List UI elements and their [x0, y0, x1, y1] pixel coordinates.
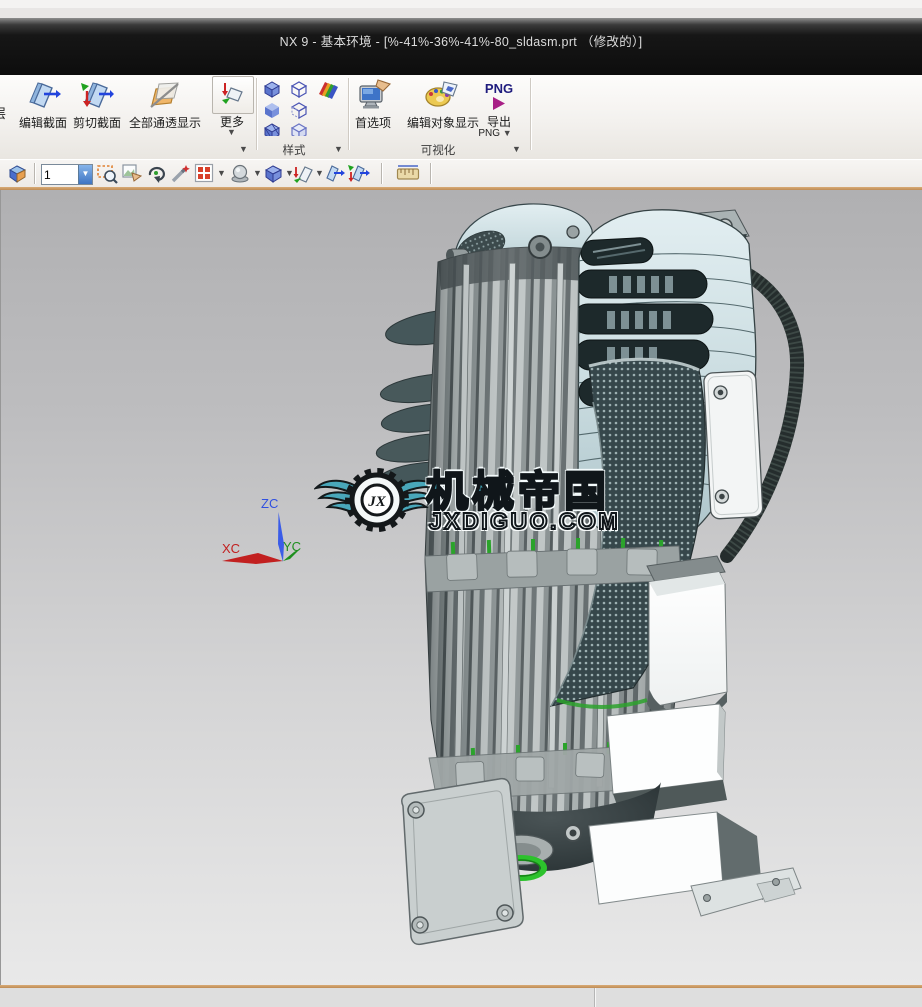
- plate-screw: [497, 905, 513, 921]
- render-style-dropdown-arrow[interactable]: ▼: [253, 168, 262, 178]
- status-bar-divider: [595, 988, 596, 1007]
- view-toolbar: ▼ ▼: [0, 159, 922, 188]
- edit-object-display-icon[interactable]: [424, 78, 460, 114]
- show-through-all-button[interactable]: 全部通透显示: [126, 114, 204, 131]
- more-icon: [221, 80, 245, 106]
- clip-plane-icon[interactable]: [293, 163, 314, 184]
- triad-y-label: YC: [283, 539, 301, 554]
- group-separator: [256, 78, 257, 150]
- render-style-icon[interactable]: [230, 163, 251, 184]
- rotate-view-icon[interactable]: [146, 163, 167, 184]
- louver-slot: [577, 270, 707, 298]
- junction-box-bottom: [589, 812, 801, 916]
- junction-box-middle: [607, 704, 727, 816]
- style-faceted-icon: [265, 124, 279, 136]
- style-studio-icon: [319, 82, 338, 99]
- grid-display-icon[interactable]: [194, 163, 215, 184]
- preferences-icon[interactable]: [356, 78, 392, 114]
- show-through-all-icon[interactable]: [148, 79, 182, 111]
- export-png-dropdown: ▼: [503, 128, 512, 138]
- window-top-strip: [0, 0, 922, 8]
- section-group-arrow[interactable]: ▼: [239, 144, 248, 154]
- style-hidden-edges-icon: [292, 103, 306, 118]
- triad-z-axis: [278, 512, 284, 562]
- window-titlebar[interactable]: NX 9 - 基本环境 - [%-41%-36%-41%-80_sldasm.p…: [0, 18, 922, 75]
- base-plate: [402, 779, 523, 945]
- visualization-group-arrow[interactable]: ▼: [512, 144, 521, 154]
- triad-z-label: ZC: [261, 496, 278, 511]
- louver-slot: [580, 237, 653, 266]
- gear-icon: JX: [349, 472, 405, 528]
- plate-screw: [412, 917, 428, 933]
- style-group-label: 样式: [264, 142, 324, 158]
- preferences-button[interactable]: 首选项: [348, 114, 398, 131]
- style-shaded-edges-icon: [265, 82, 279, 97]
- edit-section-icon[interactable]: [27, 79, 61, 113]
- png-word[interactable]: PNG: [478, 81, 520, 96]
- style-wireframe-icon: [292, 82, 306, 97]
- plate-screw: [408, 802, 424, 818]
- mounting-bracket-plate: [703, 371, 763, 520]
- watermark: JX 机械帝国 JXDIGUO.COM: [314, 454, 654, 564]
- visualization-group-label: 可视化: [400, 142, 476, 158]
- ribbon: 层 编辑截面 剪切截面 全部通透显示: [0, 75, 922, 160]
- measure-ruler-icon[interactable]: [396, 163, 420, 184]
- edit-display-brush-icon[interactable]: [170, 163, 191, 184]
- zoom-region-icon[interactable]: [97, 163, 118, 184]
- status-bar: [0, 988, 922, 1007]
- layer-dropdown-button[interactable]: ▼: [78, 165, 92, 184]
- cad-model[interactable]: [1, 190, 922, 985]
- render-style-group-icons[interactable]: [263, 80, 339, 136]
- triad-x-label: XC: [222, 541, 240, 556]
- show-hide-cube-icon[interactable]: [7, 163, 28, 184]
- export-png-sub[interactable]: PNG ▼: [474, 128, 516, 139]
- viewport-3d[interactable]: ZC XC YC JX: [0, 190, 922, 985]
- wcs-triad: ZC XC YC: [206, 486, 316, 572]
- edit-object-display-button[interactable]: 编辑对象显示: [404, 114, 482, 131]
- clipped-left-label: 层: [0, 103, 6, 122]
- logo-monogram: JX: [367, 494, 387, 510]
- clip-section-small-icon[interactable]: [347, 163, 370, 184]
- layer-input[interactable]: [42, 165, 78, 184]
- style-group-arrow[interactable]: ▼: [334, 144, 343, 154]
- grid-dropdown-arrow[interactable]: ▼: [217, 168, 226, 178]
- layer-combobox[interactable]: ▼: [41, 164, 93, 185]
- watermark-subtitle: JXDIGUO.COM: [429, 508, 620, 535]
- louver-slot: [573, 304, 713, 334]
- display-mode-cube-icon[interactable]: [263, 163, 284, 184]
- pan-view-icon[interactable]: [121, 163, 142, 184]
- more-dropdown-arrow[interactable]: ▼: [227, 127, 236, 137]
- nx-application-window: NX 9 - 基本环境 - [%-41%-36%-41%-80_sldasm.p…: [0, 0, 922, 1007]
- clip-section-icon[interactable]: [80, 79, 114, 113]
- junction-box-upper: [647, 556, 727, 724]
- edit-section-small-icon[interactable]: [323, 163, 345, 184]
- style-wireframe-dim-icon: [292, 124, 306, 136]
- export-png-arrow-icon: [491, 96, 507, 111]
- window-title: NX 9 - 基本环境 - [%-41%-36%-41%-80_sldasm.p…: [280, 31, 643, 50]
- clip-section-button[interactable]: 剪切截面: [64, 114, 130, 131]
- style-shaded-icon: [265, 103, 279, 118]
- group-separator-3: [530, 78, 531, 150]
